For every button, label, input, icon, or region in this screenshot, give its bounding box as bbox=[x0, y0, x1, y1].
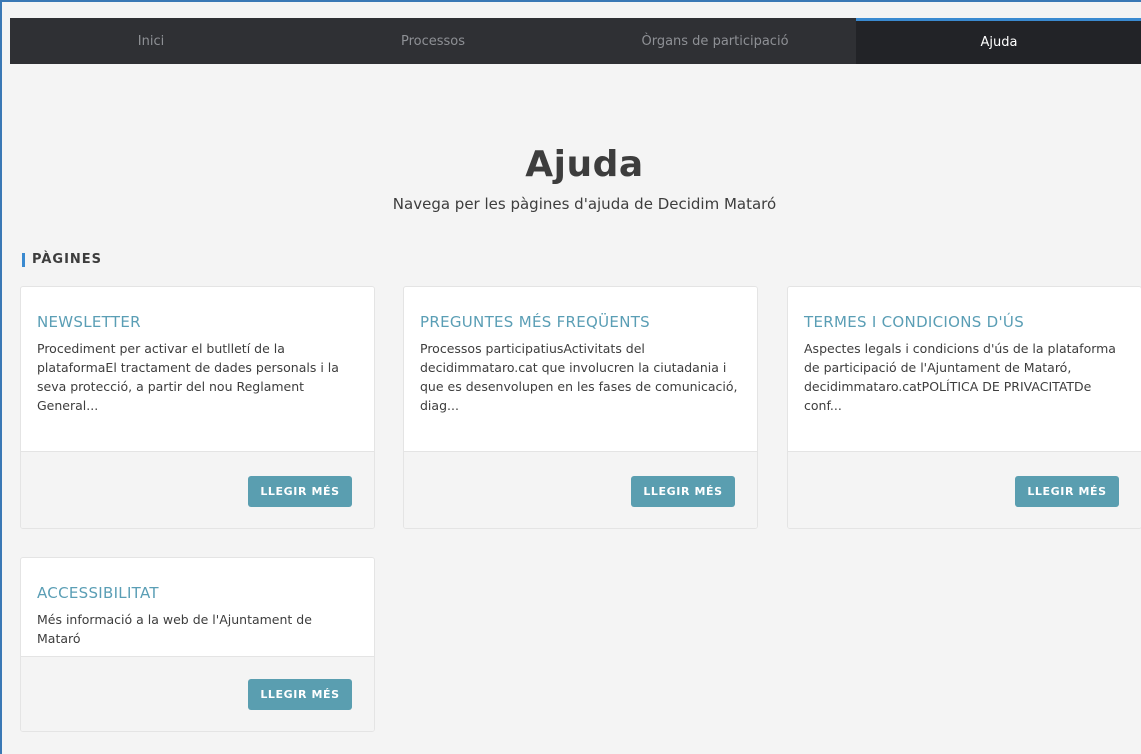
card-title[interactable]: PREGUNTES MÉS FREQÜENTS bbox=[420, 313, 741, 331]
card-description: Aspectes legals i condicions d'ús de la … bbox=[804, 341, 1116, 413]
card-title[interactable]: ACCESSIBILITAT bbox=[37, 584, 358, 602]
tab-ajuda[interactable]: Ajuda bbox=[856, 18, 1141, 64]
card-footer: LLEGIR MÉS bbox=[21, 451, 374, 528]
read-more-button[interactable]: LLEGIR MÉS bbox=[1015, 476, 1119, 507]
page-subtitle: Navega per les pàgines d'ajuda de Decidi… bbox=[392, 195, 777, 213]
read-more-button[interactable]: LLEGIR MÉS bbox=[248, 476, 352, 507]
card-footer: LLEGIR MÉS bbox=[404, 451, 757, 528]
card-footer: LLEGIR MÉS bbox=[21, 656, 374, 731]
card-body: ACCESSIBILITAT Més informació a la web d… bbox=[21, 558, 374, 648]
tab-organs-participacio[interactable]: Òrgans de participació bbox=[574, 18, 856, 64]
page-title: Ajuda bbox=[525, 144, 644, 185]
card-newsletter: NEWSLETTER Procediment per activar el bu… bbox=[20, 286, 375, 529]
card-description: Procediment per activar el butlletí de l… bbox=[37, 341, 339, 413]
card-title[interactable]: NEWSLETTER bbox=[37, 313, 358, 331]
section-heading: PÀGINES bbox=[22, 252, 102, 267]
card-accessibilitat: ACCESSIBILITAT Més informació a la web d… bbox=[20, 557, 375, 732]
section-heading-label: PÀGINES bbox=[32, 252, 103, 267]
card-termes-condicions: TERMES I CONDICIONS D'ÚS Aspectes legals… bbox=[787, 286, 1141, 529]
card-body: PREGUNTES MÉS FREQÜENTS Processos partic… bbox=[404, 287, 757, 415]
tab-inici[interactable]: Inici bbox=[10, 18, 292, 64]
read-more-button[interactable]: LLEGIR MÉS bbox=[248, 679, 352, 710]
page-frame: Inici Processos Òrgans de participació A… bbox=[0, 0, 1141, 754]
tab-processos[interactable]: Processos bbox=[292, 18, 574, 64]
card-body: TERMES I CONDICIONS D'ÚS Aspectes legals… bbox=[788, 287, 1141, 415]
card-footer: LLEGIR MÉS bbox=[788, 451, 1141, 528]
read-more-button[interactable]: LLEGIR MÉS bbox=[631, 476, 735, 507]
card-body: NEWSLETTER Procediment per activar el bu… bbox=[21, 287, 374, 415]
main-navigation: Inici Processos Òrgans de participació A… bbox=[10, 18, 1141, 64]
card-description: Més informació a la web de l'Ajuntament … bbox=[37, 612, 312, 646]
card-description: Processos participatiusActivitats del de… bbox=[420, 341, 738, 413]
card-preguntes-frequents: PREGUNTES MÉS FREQÜENTS Processos partic… bbox=[403, 286, 758, 529]
section-heading-accent bbox=[22, 252, 25, 267]
card-title[interactable]: TERMES I CONDICIONS D'ÚS bbox=[804, 313, 1125, 331]
